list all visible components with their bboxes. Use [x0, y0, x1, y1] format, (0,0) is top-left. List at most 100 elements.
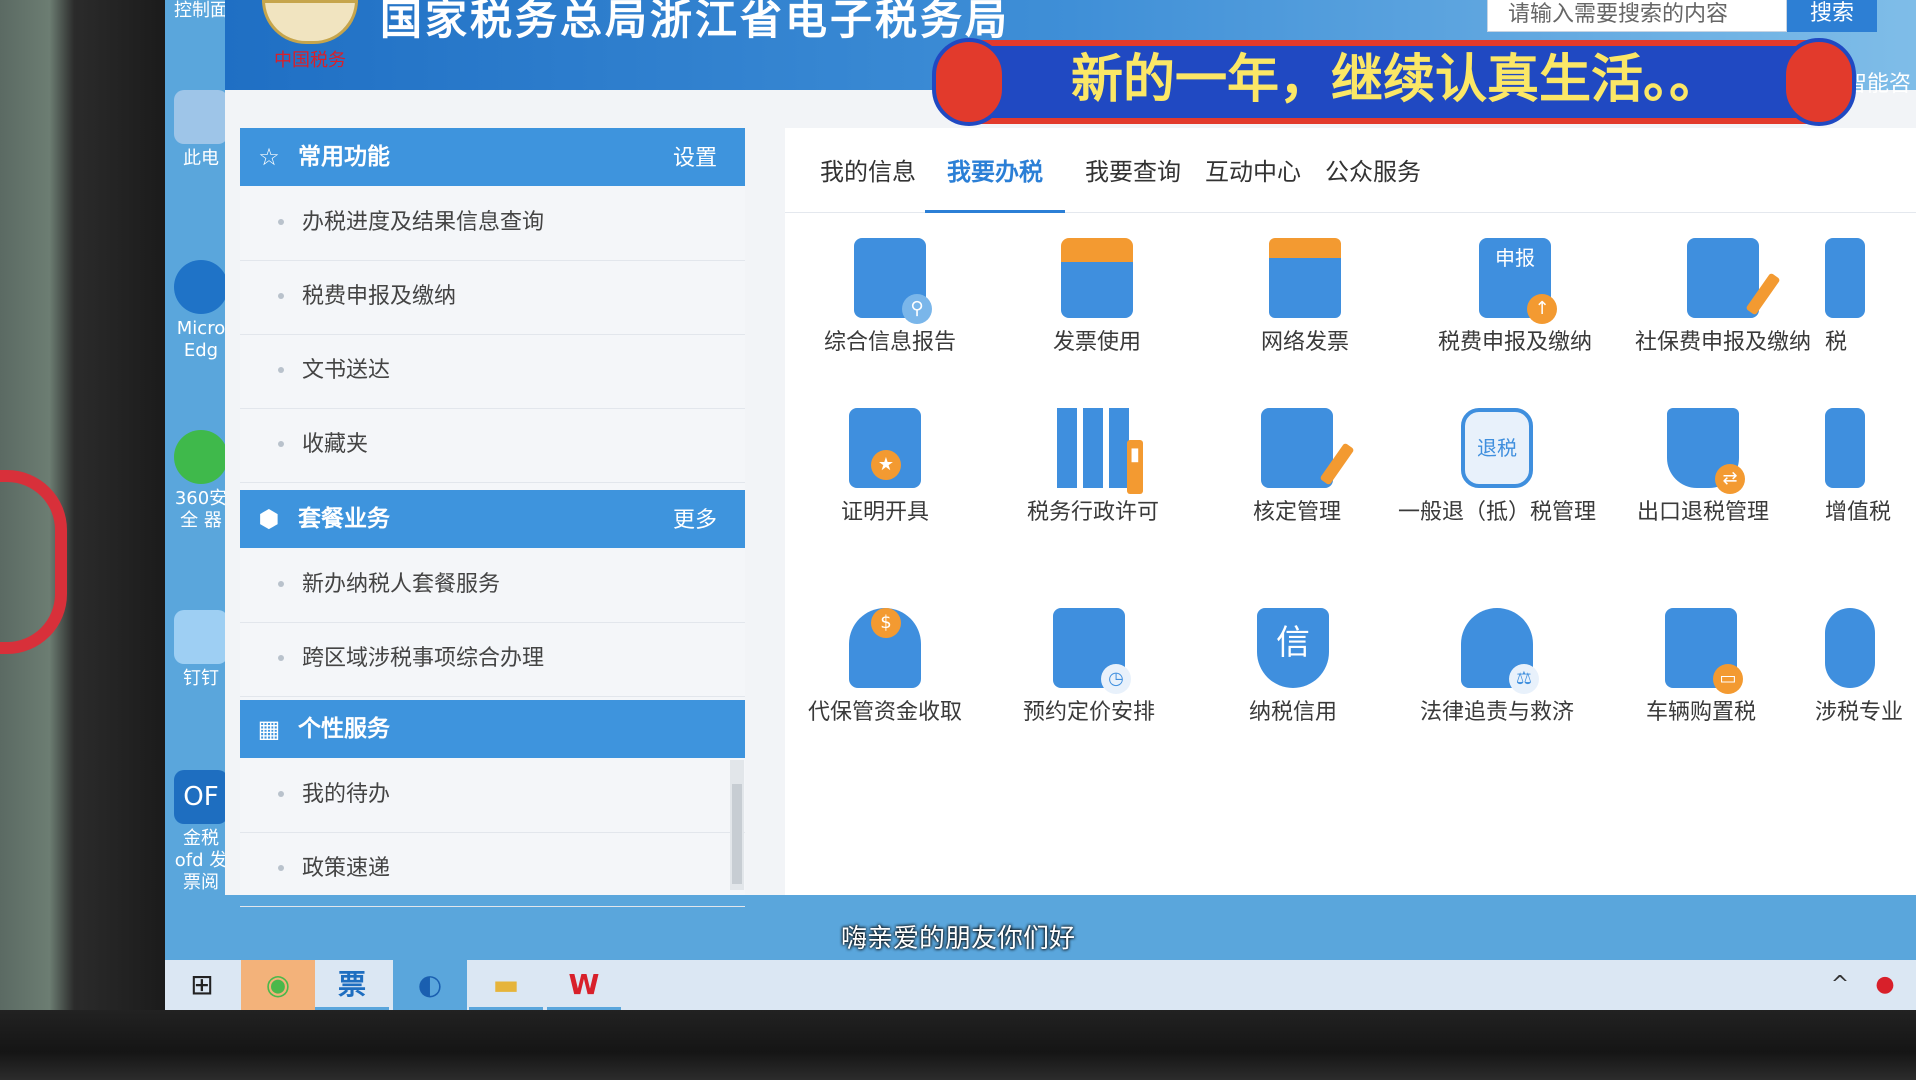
desktop-icon-360[interactable]: 360安全 器 — [171, 430, 231, 532]
service-label: 涉税专业 — [1815, 700, 1904, 725]
document-icon: ⚲ — [854, 238, 932, 324]
sidebar-item-document-delivery[interactable]: 文书送达 — [240, 334, 745, 409]
declaration-icon: 申报 ↑ — [1479, 238, 1557, 324]
desktop-icon-dingtalk[interactable]: 钉钉 — [171, 610, 231, 690]
service-certificate[interactable]: ★ 证明开具 — [785, 408, 985, 528]
tab-interaction[interactable]: 互动中心 — [1205, 152, 1301, 210]
search-button[interactable]: 搜索 — [1787, 0, 1877, 32]
bullet-icon — [278, 441, 284, 447]
wps-icon[interactable]: W — [547, 960, 621, 1010]
credit-shield-icon: 信 — [1257, 608, 1329, 688]
sidebar-item-label: 政策速递 — [302, 856, 391, 881]
360-browser-icon — [174, 430, 228, 484]
service-invoice-use[interactable]: 发票使用 — [997, 238, 1197, 358]
banner-text: 新的一年，继续认真生活。。 — [1070, 49, 1721, 110]
wechat-icon[interactable]: ◉ — [241, 960, 315, 1010]
sidebar-item-tax-declaration[interactable]: 税费申报及缴纳 — [240, 260, 745, 335]
vehicle-document-icon: ▭ — [1665, 608, 1743, 694]
tab-tax-handling[interactable]: 我要办税 — [925, 152, 1065, 213]
tax-icon — [1825, 238, 1865, 318]
tax-emblem-logo: 中国税务 — [255, 0, 365, 71]
service-pricing-arrangement[interactable]: ◷ 预约定价安排 — [989, 608, 1189, 728]
scrollbar-thumb[interactable] — [732, 784, 742, 884]
service-label: 税务行政许可 — [1026, 500, 1159, 525]
ofd-reader-icon: OF — [174, 770, 228, 824]
tray-app-icon[interactable]: ● — [1865, 960, 1905, 1010]
settings-link[interactable]: 设置 — [673, 130, 717, 188]
sidebar-item-label: 税费申报及缴纳 — [302, 284, 457, 309]
sidebar-scrollbar[interactable] — [730, 760, 744, 890]
desktop-icon-edge[interactable]: Micro Edg — [171, 260, 231, 362]
banner-knot-left-icon — [932, 38, 1006, 126]
desktop-icon-control-panel[interactable]: 控制面 — [171, 0, 231, 22]
service-tax-credit[interactable]: 信 纳税信用 — [1193, 608, 1393, 728]
service-label: 出口退税管理 — [1636, 500, 1769, 525]
taskbar: ⊞ ◉ 票 ◐ ▬ W ^ ● — [165, 960, 1916, 1010]
sidebar-item-cross-region[interactable]: 跨区域涉税事项综合办理 — [240, 622, 745, 697]
service-online-invoice[interactable]: 网络发票 — [1205, 238, 1405, 358]
video-subtitle: 嗨亲爱的朋友你们好 — [840, 924, 1075, 954]
service-admin-license[interactable]: ▮ 税务行政许可 — [993, 408, 1193, 528]
binders-icon: ▮ — [1057, 408, 1143, 494]
sidebar-item-favorites[interactable]: 收藏夹 — [240, 408, 745, 483]
desktop-label: 控制面 — [174, 0, 228, 21]
tax-portal-window: 中国税务 国家税务总局浙江省电子税务局 请输入需要搜索的内容 搜索 智能咨 ☆ … — [225, 0, 1916, 907]
service-general-refund[interactable]: 退税 一般退（抵）税管理 — [1397, 408, 1597, 528]
sidebar-item-new-taxpayer-package[interactable]: 新办纳税人套餐服务 — [240, 548, 745, 623]
clipboard-edit-icon — [1687, 238, 1781, 318]
desktop-label: 360安全 器 — [174, 488, 228, 531]
main-tabs: 我的信息 我要办税 我要查询 互动中心 公众服务 — [785, 128, 1916, 213]
this-pc-icon — [174, 90, 228, 144]
clipboard-pen-icon — [1261, 408, 1355, 488]
service-vat-partial[interactable]: 增值税 — [1825, 408, 1916, 528]
tab-my-info[interactable]: 我的信息 — [820, 152, 916, 210]
service-tax-declaration[interactable]: 申报 ↑ 税费申报及缴纳 — [1415, 238, 1615, 358]
sidebar-item-label: 新办纳税人套餐服务 — [302, 572, 501, 597]
service-comprehensive-report[interactable]: ⚲ 综合信息报告 — [790, 238, 990, 358]
section-title: 个性服务 — [298, 716, 390, 742]
desktop-icon-ofd[interactable]: OF 金税ofd 发票阅 — [171, 770, 231, 894]
sidebar-item-label: 办税进度及结果信息查询 — [302, 210, 545, 235]
service-label: 代保管资金收取 — [807, 700, 962, 725]
service-legal-remedy[interactable]: ⚖ 法律追责与救济 — [1397, 608, 1597, 728]
service-tax-professional-partial[interactable]: 涉税专业 — [1815, 608, 1916, 728]
screen: 控制面 此电 Micro Edg 360安全 器 钉钉 OF 金税ofd 发票阅… — [165, 0, 1916, 1010]
service-tax-partial[interactable]: 税 — [1825, 238, 1916, 358]
tab-public-service[interactable]: 公众服务 — [1325, 152, 1421, 210]
calendar-clock-icon: ◷ — [1053, 608, 1131, 694]
vat-icon — [1825, 408, 1865, 488]
service-label: 车辆购置税 — [1645, 700, 1756, 725]
judge-icon: ⚖ — [1461, 608, 1539, 694]
service-social-insurance[interactable]: 社保费申报及缴纳 — [1623, 238, 1823, 358]
file-explorer-icon[interactable]: ▬ — [469, 960, 543, 1010]
desktop-label: 此电 — [183, 148, 219, 169]
sidebar-item-progress-query[interactable]: 办税进度及结果信息查询 — [240, 186, 745, 261]
search-input[interactable]: 请输入需要搜索的内容 — [1487, 0, 1787, 32]
service-export-refund[interactable]: ⇄ 出口退税管理 — [1603, 408, 1803, 528]
section-package-business: ⬢ 套餐业务 更多 — [240, 490, 745, 548]
service-label: 增值税 — [1825, 500, 1892, 525]
more-link[interactable]: 更多 — [673, 492, 717, 550]
sidebar-item-label: 文书送达 — [302, 358, 391, 383]
desktop-icon-this-pc[interactable]: 此电 — [171, 90, 231, 170]
desktop-label: Micro Edg — [176, 318, 226, 361]
sidebar-item-my-todo[interactable]: 我的待办 — [240, 758, 745, 833]
edge-icon — [174, 260, 228, 314]
tax-invoice-icon[interactable]: 票 — [315, 960, 389, 1010]
service-label: 证明开具 — [840, 500, 929, 525]
tray-chevron-up-icon[interactable]: ^ — [1820, 960, 1860, 1010]
service-vehicle-tax[interactable]: ▭ 车辆购置税 — [1601, 608, 1801, 728]
sidebar: ☆ 常用功能 设置 办税进度及结果信息查询 税费申报及缴纳 文书送达 收藏夹 ⬢… — [240, 128, 745, 907]
tab-query[interactable]: 我要查询 — [1085, 152, 1181, 210]
service-label: 预约定价安排 — [1022, 700, 1155, 725]
sidebar-item-policy-express[interactable]: 政策速递 — [240, 832, 745, 907]
printer-icon — [1061, 238, 1133, 318]
service-label: 纳税信用 — [1248, 700, 1337, 725]
windows-start-icon[interactable]: ⊞ — [165, 960, 239, 1010]
service-assessment-mgmt[interactable]: 核定管理 — [1197, 408, 1397, 528]
cube-icon: ⬢ — [258, 505, 280, 533]
background-red-decoration — [0, 470, 67, 654]
professional-icon — [1825, 608, 1875, 688]
edge-icon[interactable]: ◐ — [393, 960, 467, 1010]
service-custody-funds[interactable]: $ 代保管资金收取 — [785, 608, 985, 728]
